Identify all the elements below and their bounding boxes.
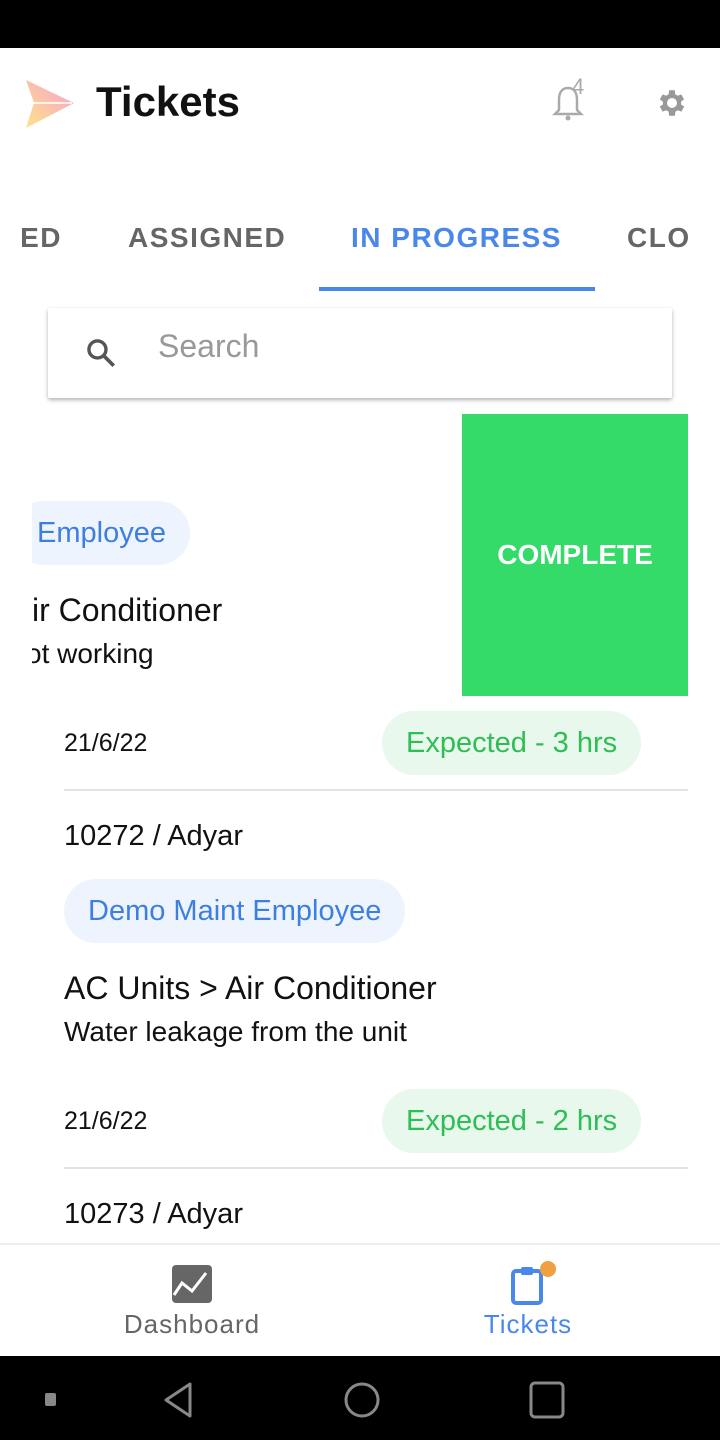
settings-gear-icon[interactable] <box>655 86 689 120</box>
complete-button[interactable]: COMPLETE <box>462 414 688 696</box>
tab-in-progress[interactable]: IN PROGRESS <box>351 222 562 254</box>
recents-icon[interactable] <box>528 1380 568 1420</box>
ticket-date: 21/6/22 <box>64 1107 148 1135</box>
tab-closed[interactable]: CLO <box>627 222 691 254</box>
assignee-chip: Demo Maint Employee <box>64 879 406 943</box>
active-tab-indicator <box>319 287 595 291</box>
chart-icon <box>172 1265 212 1303</box>
back-icon[interactable] <box>160 1380 196 1420</box>
ticket-description: ot working <box>32 638 154 669</box>
ticket-title: ir Conditioner <box>32 592 223 628</box>
divider <box>64 1167 688 1169</box>
notification-dot <box>540 1261 556 1277</box>
expected-chip: Expected - 3 hrs <box>382 711 642 775</box>
expected-chip: Expected - 2 hrs <box>382 1089 642 1153</box>
system-indicator-icon <box>45 1393 56 1406</box>
search-icon <box>87 339 116 368</box>
tab-assigned[interactable]: ASSIGNED <box>128 222 286 254</box>
search-input[interactable] <box>158 328 638 365</box>
swiped-ticket-card[interactable]: Employee ir Conditioner ot working <box>32 414 462 696</box>
ticket-id-location[interactable]: 10272 / Adyar <box>64 820 243 853</box>
tab-unassigned[interactable]: ED <box>22 222 62 254</box>
ticket-description: Water leakage from the unit <box>64 1016 407 1047</box>
ticket-date: 21/6/22 <box>64 729 148 757</box>
bottom-navigation: Dashboard Tickets <box>0 1243 720 1356</box>
ticket-id-location[interactable]: 10273 / Adyar <box>64 1198 243 1231</box>
ticket-title: AC Units > Air Conditioner <box>64 970 437 1006</box>
assignee-chip: Employee <box>32 501 190 565</box>
nav-dashboard-label: Dashboard <box>123 1309 261 1339</box>
notification-count: 4 <box>572 74 585 99</box>
status-bar <box>0 0 720 48</box>
home-icon[interactable] <box>342 1380 382 1420</box>
nav-tickets-label: Tickets <box>483 1309 573 1339</box>
system-navigation-bar <box>0 1356 720 1440</box>
nav-dashboard[interactable]: Dashboard <box>100 1245 284 1356</box>
divider <box>64 789 688 791</box>
nav-tickets[interactable]: Tickets <box>460 1245 596 1356</box>
app-logo-icon <box>26 80 74 128</box>
page-title: Tickets <box>96 78 240 125</box>
search-bar[interactable] <box>48 308 672 398</box>
